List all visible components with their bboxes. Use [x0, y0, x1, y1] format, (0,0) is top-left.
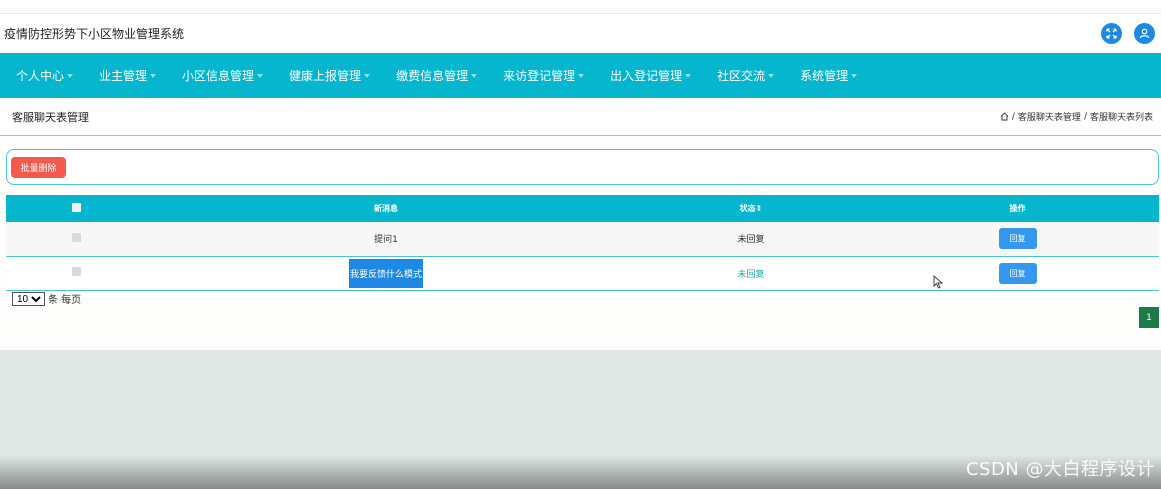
- home-icon[interactable]: [1000, 112, 1009, 121]
- row-checkbox[interactable]: [71, 267, 81, 276]
- reply-button[interactable]: 回复: [998, 262, 1037, 284]
- header-actions: 操作: [1009, 204, 1026, 213]
- watermark: CSDN @大白程序设计: [965, 459, 1155, 480]
- app-title: 疫情防控形势下小区物业管理系统: [4, 27, 185, 41]
- nav-label: 出入登记管理: [610, 69, 683, 83]
- reply-button[interactable]: 回复: [998, 228, 1037, 250]
- mouse-cursor-icon: [933, 275, 944, 289]
- message-cell: 提问1: [374, 235, 398, 246]
- pagination-page-button[interactable]: 1: [1139, 307, 1159, 328]
- nav-label: 小区信息管理: [182, 69, 255, 83]
- header-status[interactable]: 状态⇕: [626, 195, 876, 222]
- message-cell: 我要反馈什么模式: [146, 256, 626, 290]
- chevron-down-icon: [364, 73, 371, 78]
- nav-item-community-exchange[interactable]: 社区交流: [717, 67, 775, 84]
- header-icons: [1101, 23, 1155, 44]
- chevron-down-icon: [150, 73, 157, 78]
- nav-item-personal-center[interactable]: 个人中心: [16, 67, 74, 84]
- user-icon[interactable]: [1134, 23, 1155, 44]
- header-new-message: 新消息: [374, 204, 398, 213]
- message-text-selected: 我要反馈什么模式: [348, 258, 423, 288]
- action-cell: 回复: [876, 222, 1159, 256]
- nav-label: 个人中心: [16, 69, 65, 83]
- sort-icon[interactable]: ⇕: [756, 204, 763, 213]
- chevron-down-icon: [257, 73, 264, 78]
- nav-item-health-report[interactable]: 健康上报管理: [289, 67, 371, 84]
- table-header-row: 新消息 状态⇕ 操作: [6, 195, 1159, 222]
- breadcrumb-separator: /: [1083, 111, 1087, 122]
- nav-item-owner-management[interactable]: 业主管理: [99, 67, 157, 84]
- app-header: 疫情防控形势下小区物业管理系统: [0, 13, 1161, 53]
- row-select-cell: [6, 256, 146, 290]
- nav-label: 健康上报管理: [289, 69, 362, 83]
- batch-delete-button[interactable]: 批量删除: [11, 156, 66, 178]
- chevron-down-icon: [851, 73, 858, 78]
- chevron-down-icon: [768, 73, 775, 78]
- select-all-header: [6, 195, 146, 222]
- chevron-down-icon: [578, 73, 585, 78]
- table-row: 我要反馈什么模式 未回复 回复: [6, 256, 1159, 290]
- nav-item-community-info[interactable]: 小区信息管理: [182, 67, 264, 84]
- top-strip: [0, 0, 1161, 13]
- chevron-down-icon: [685, 73, 692, 78]
- row-checkbox[interactable]: [71, 232, 81, 242]
- nav-label: 社区交流: [717, 69, 766, 83]
- breadcrumb: / 客服聊天表管理 / 客服聊天表列表: [1000, 110, 1153, 123]
- chevron-down-icon: [67, 73, 74, 78]
- action-bar: 批量删除: [6, 149, 1159, 185]
- nav-label: 缴费信息管理: [396, 69, 469, 83]
- page-size-select[interactable]: 10: [12, 291, 45, 306]
- breadcrumb-item[interactable]: 客服聊天表管理: [1018, 110, 1081, 123]
- nav-item-system-management[interactable]: 系统管理: [800, 67, 858, 84]
- breadcrumb-item-current: 客服聊天表列表: [1089, 113, 1153, 123]
- breadcrumb-separator: /: [1011, 111, 1015, 122]
- breadcrumb-bar: 客服聊天表管理 / 客服聊天表管理 / 客服聊天表列表: [0, 98, 1161, 136]
- nav-item-payment-info[interactable]: 缴费信息管理: [396, 67, 478, 84]
- select-all-checkbox[interactable]: [71, 203, 81, 212]
- chevron-down-icon: [471, 73, 478, 78]
- main-nav: 个人中心 业主管理 小区信息管理 健康上报管理 缴费信息管理 来访登记管理 出入…: [0, 53, 1161, 98]
- chat-table: 新消息 状态⇕ 操作 提问1 未回复 回复 我要反馈什么模式 未回复 回复: [6, 195, 1159, 291]
- nav-label: 业主管理: [99, 69, 148, 83]
- nav-label: 系统管理: [800, 69, 849, 83]
- status-cell: 未回复: [737, 235, 765, 246]
- page-size-control: 10 条 每页: [12, 291, 81, 306]
- header-status-label: 状态: [739, 204, 756, 213]
- chat-table-wrapper: 新消息 状态⇕ 操作 提问1 未回复 回复 我要反馈什么模式 未回复 回复: [6, 195, 1159, 291]
- nav-label: 来访登记管理: [503, 69, 576, 83]
- status-cell: 未回复: [737, 269, 765, 280]
- row-select-cell: [6, 222, 146, 256]
- page-title: 客服聊天表管理: [12, 110, 89, 124]
- main-content: 客服聊天表管理 / 客服聊天表管理 / 客服聊天表列表 批量删除 新消息 状态⇕…: [0, 98, 1161, 350]
- nav-item-visitor-registration[interactable]: 来访登记管理: [503, 67, 585, 84]
- table-row: 提问1 未回复 回复: [6, 222, 1159, 256]
- fullscreen-icon[interactable]: [1101, 23, 1122, 44]
- action-cell: 回复: [876, 256, 1159, 290]
- nav-item-access-registration[interactable]: 出入登记管理: [610, 67, 692, 84]
- page-size-label: 条 每页: [48, 295, 82, 306]
